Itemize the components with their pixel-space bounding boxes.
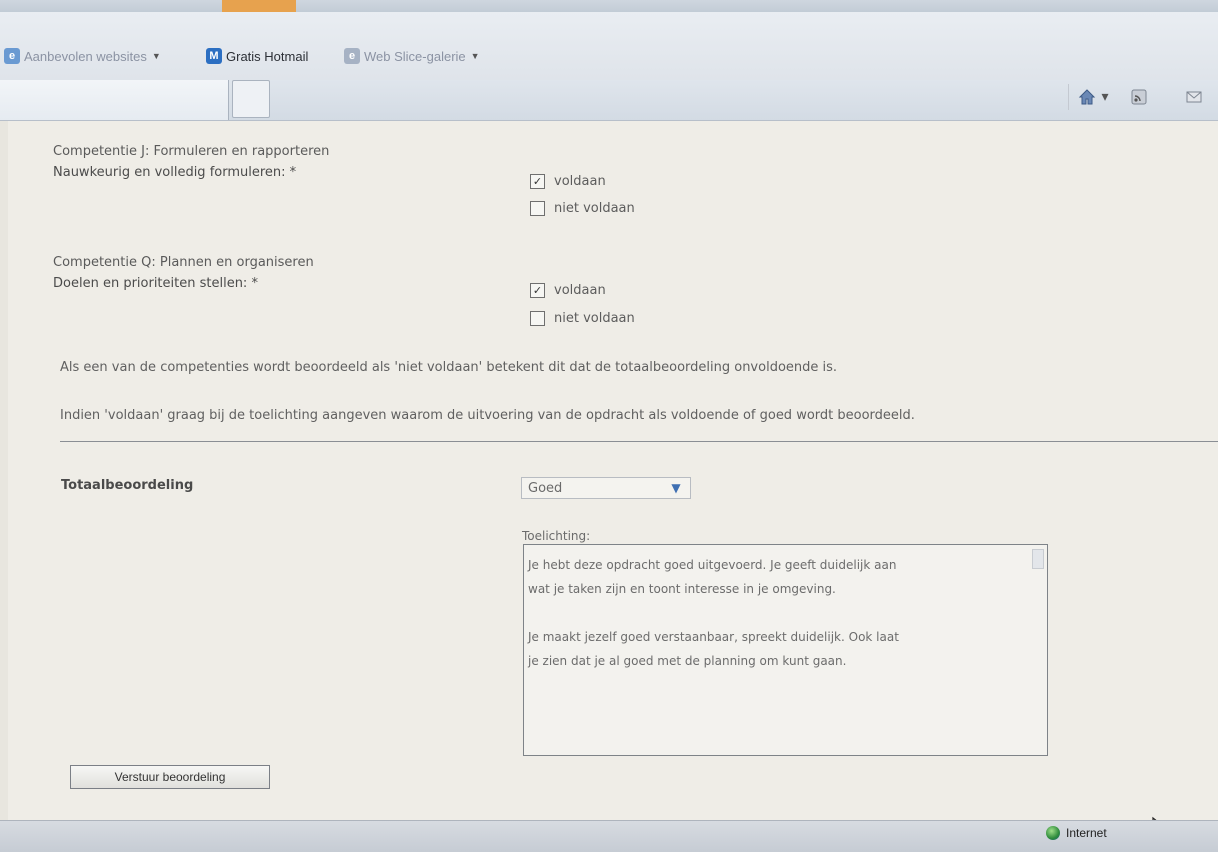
favorite-web-slice-gallery[interactable]: e Web Slice-galerie ▼ <box>344 48 480 64</box>
checkbox-checked[interactable]: ✓ <box>530 283 545 298</box>
competence-q-title: Competentie Q: Plannen en organiseren <box>53 255 314 270</box>
home-icon[interactable] <box>1076 86 1098 108</box>
checkbox-unchecked[interactable] <box>530 201 545 216</box>
favorites-bar: e Aanbevolen websites ▼ M Gratis Hotmail… <box>0 12 1218 81</box>
chevron-down-icon: ▼ <box>470 51 480 61</box>
chevron-down-icon[interactable]: ▼ <box>668 480 684 496</box>
total-assessment-select[interactable]: Goed ▼ <box>521 477 691 499</box>
ie-icon: e <box>4 48 20 64</box>
submit-assessment-button[interactable]: Verstuur beoordeling <box>70 765 270 789</box>
assessment-form: Competentie J: Formuleren en rapporteren… <box>8 121 1218 841</box>
chevron-down-icon: ▼ <box>151 51 161 61</box>
status-bar <box>0 820 1218 852</box>
option-label: niet voldaan <box>554 201 635 216</box>
explanation-label: Toelichting: <box>522 529 591 543</box>
competence-q-question: Doelen en prioriteiten stellen: * <box>53 276 258 291</box>
favorite-label: Gratis Hotmail <box>226 48 309 64</box>
competence-j-option-fail[interactable]: niet voldaan <box>530 201 635 216</box>
checkbox-unchecked[interactable] <box>530 311 545 326</box>
ie-icon: e <box>344 48 360 64</box>
competence-j-question: Nauwkeurig en volledig formuleren: * <box>53 165 297 180</box>
favorite-label: Aanbevolen websites <box>24 48 147 64</box>
select-value: Goed <box>528 480 563 496</box>
browser-tab-current[interactable] <box>0 80 229 120</box>
option-label: voldaan <box>554 174 606 189</box>
globe-icon <box>1046 826 1060 840</box>
total-assessment-label: Totaalbeoordeling <box>61 478 194 493</box>
security-zone-indicator[interactable]: Internet <box>1046 826 1107 840</box>
explanation-line: je zien dat je al goed met de planning o… <box>528 654 847 668</box>
security-zone-label: Internet <box>1066 826 1107 840</box>
textarea-scrollbar[interactable] <box>1032 549 1044 569</box>
favorite-recommended-websites[interactable]: e Aanbevolen websites ▼ <box>4 48 161 64</box>
explanation-line: wat je taken zijn en toont interesse in … <box>528 582 836 596</box>
favorite-label: Web Slice-galerie <box>364 48 466 64</box>
explanation-line: Je maakt jezelf goed verstaanbaar, spree… <box>528 630 899 644</box>
feeds-icon[interactable] <box>1128 86 1150 108</box>
competence-j-option-pass[interactable]: ✓ voldaan <box>530 174 606 189</box>
active-window-tab[interactable] <box>222 0 296 12</box>
competence-q-option-fail[interactable]: niet voldaan <box>530 311 635 326</box>
new-tab-button[interactable] <box>232 80 270 118</box>
info-note-fail-rule: Als een van de competenties wordt beoord… <box>60 360 838 375</box>
competence-q-option-pass[interactable]: ✓ voldaan <box>530 283 606 298</box>
tab-row <box>0 80 1218 121</box>
option-label: niet voldaan <box>554 311 635 326</box>
section-divider <box>60 441 1218 442</box>
msn-icon: M <box>206 48 222 64</box>
toolbar-separator <box>1068 84 1069 110</box>
explanation-textarea[interactable]: Je hebt deze opdracht goed uitgevoerd. J… <box>523 544 1048 756</box>
checkbox-checked[interactable]: ✓ <box>530 174 545 189</box>
mail-icon[interactable] <box>1183 86 1205 108</box>
chevron-down-icon[interactable]: ▾ <box>1100 86 1110 108</box>
favorite-hotmail[interactable]: M Gratis Hotmail <box>206 48 308 64</box>
info-note-explanation-rule: Indien 'voldaan' graag bij de toelichtin… <box>60 408 915 423</box>
window-top-strip <box>0 0 1218 12</box>
option-label: voldaan <box>554 283 606 298</box>
explanation-line: Je hebt deze opdracht goed uitgevoerd. J… <box>528 558 897 572</box>
competence-j-title: Competentie J: Formuleren en rapporteren <box>53 144 330 159</box>
